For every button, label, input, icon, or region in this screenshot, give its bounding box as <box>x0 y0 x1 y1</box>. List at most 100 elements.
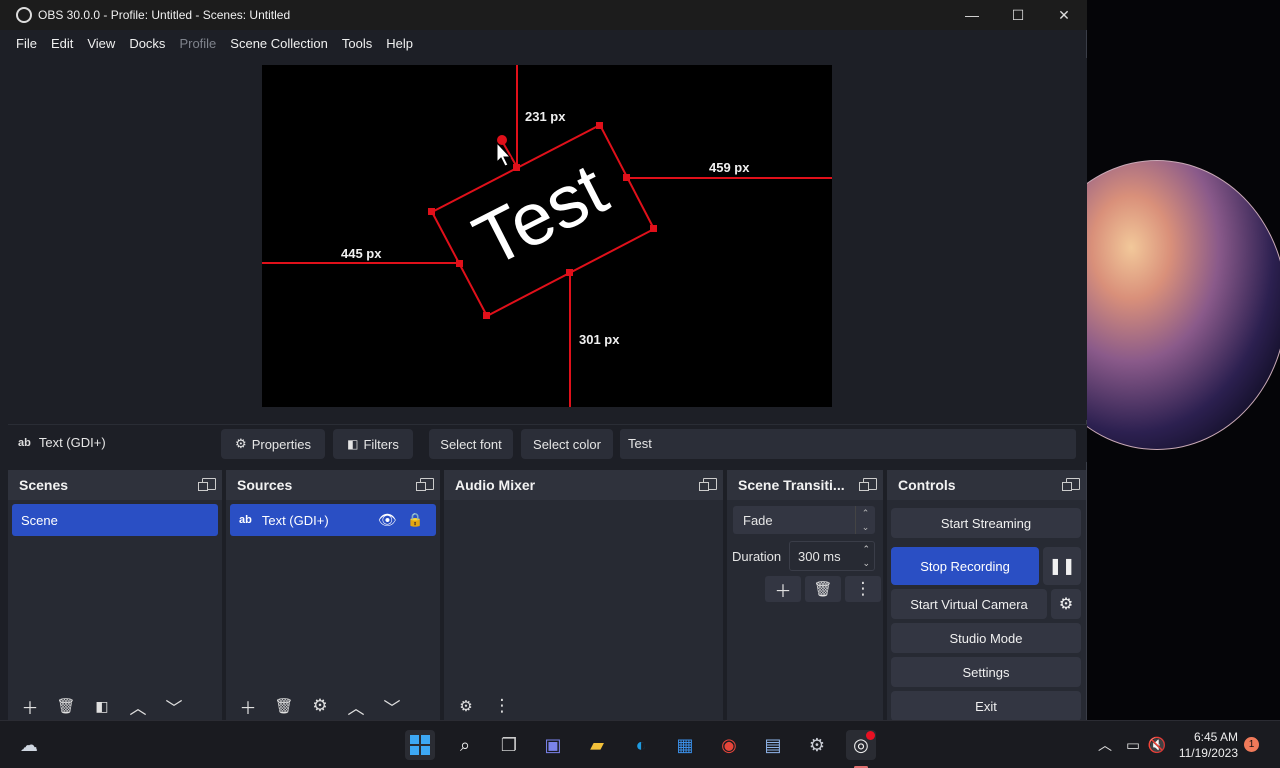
trash-icon: 🗑 <box>56 698 76 715</box>
gear-icon: ⚙ <box>1058 596 1074 613</box>
file-explorer-icon[interactable]: ▰ <box>582 730 612 760</box>
menu-tools[interactable]: Tools <box>335 36 379 51</box>
pause-recording-button[interactable]: ❚❚ <box>1043 547 1081 585</box>
title-bar: OBS 30.0.0 - Profile: Untitled - Scenes:… <box>0 0 1087 30</box>
start-streaming-button[interactable]: Start Streaming <box>891 508 1081 538</box>
undock-icon[interactable] <box>1062 478 1080 491</box>
resize-handle-bottom[interactable] <box>566 269 573 276</box>
menu-file[interactable]: File <box>9 36 44 51</box>
menu-help[interactable]: Help <box>379 36 420 51</box>
move-scene-up-button[interactable]: ︿ <box>120 693 156 719</box>
menu-view[interactable]: View <box>80 36 122 51</box>
chrome-icon[interactable]: ◉ <box>714 730 744 760</box>
remove-source-button[interactable]: 🗑 <box>266 693 302 719</box>
source-properties-button[interactable]: ⚙ <box>302 693 338 719</box>
select-color-button[interactable]: Select color <box>521 429 613 459</box>
obs-window: OBS 30.0.0 - Profile: Untitled - Scenes:… <box>0 0 1087 721</box>
edge-browser-icon[interactable]: ◐ <box>626 730 656 760</box>
preview-canvas[interactable]: Test 231 px 459 px 445 px 301 px <box>262 65 832 407</box>
scene-filters-button[interactable]: ◧ <box>84 693 120 719</box>
move-scene-down-button[interactable]: ﹀ <box>156 693 192 719</box>
scene-transitions-dock: Scene Transiti... Fade ⌃ ⌄ Duration 300 m… <box>727 470 883 720</box>
measure-left-label: 445 px <box>341 246 382 261</box>
trash-icon: 🗑 <box>813 581 833 598</box>
menu-edit[interactable]: Edit <box>44 36 80 51</box>
properties-button[interactable]: ⚙ Properties <box>221 429 325 459</box>
stop-recording-button[interactable]: Stop Recording <box>891 547 1039 585</box>
chevron-down-icon: ﹀ <box>383 698 401 718</box>
studio-mode-button[interactable]: Studio Mode <box>891 623 1081 653</box>
exit-button[interactable]: Exit <box>891 691 1081 721</box>
source-name: Text (GDI+) <box>261 512 329 528</box>
menu-docks[interactable]: Docks <box>122 36 172 51</box>
scene-list-item[interactable]: Scene <box>12 504 218 536</box>
resize-handle-right[interactable] <box>623 174 630 181</box>
select-font-button[interactable]: Select font <box>429 429 513 459</box>
context-source: ab Text (GDI+) <box>18 435 106 450</box>
task-view-icon[interactable]: ❐ <box>494 730 524 760</box>
scenes-dock: Scenes Scene ＋ 🗑 ◧ ︿ ﹀ <box>8 470 222 720</box>
add-source-button[interactable]: ＋ <box>230 693 266 719</box>
volume-muted-icon[interactable]: 🔇 <box>1142 730 1172 760</box>
transition-select[interactable]: Fade ⌃ ⌄ <box>733 506 875 534</box>
start-button[interactable] <box>405 730 435 760</box>
audio-menu-button[interactable]: ⋮ <box>484 693 520 719</box>
resize-handle-left[interactable] <box>428 208 435 215</box>
audio-mixer-dock-header: Audio Mixer <box>444 470 723 500</box>
undock-icon[interactable] <box>699 478 717 491</box>
chevron-up-icon: ︿ <box>347 698 365 718</box>
notification-badge[interactable]: 1 <box>1244 737 1259 752</box>
clock[interactable]: 6:45 AM 11/19/2023 <box>1176 729 1238 761</box>
source-list-item[interactable]: ab Text (GDI+) 👁 🔒 <box>230 504 436 536</box>
filter-icon: ◧ <box>95 697 109 714</box>
windows-logo-icon <box>410 735 430 755</box>
close-button[interactable]: ✕ <box>1041 0 1087 30</box>
text-value-field[interactable]: Test <box>620 429 1076 459</box>
resize-handle-top[interactable] <box>513 164 520 171</box>
move-source-down-button[interactable]: ﹀ <box>374 693 410 719</box>
undock-icon[interactable] <box>416 478 434 491</box>
maximize-button[interactable]: ☐ <box>995 0 1041 30</box>
menu-scene-collection[interactable]: Scene Collection <box>223 36 335 51</box>
sources-dock: Sources ab Text (GDI+) 👁 🔒 ＋ 🗑 ⚙ ︿ ﹀ <box>226 470 440 720</box>
eye-icon[interactable]: 👁 <box>378 511 397 529</box>
add-scene-button[interactable]: ＋ <box>12 693 48 719</box>
undock-icon[interactable] <box>198 478 216 491</box>
minimize-button[interactable]: — <box>949 0 995 30</box>
resize-handle-bottom-right[interactable] <box>650 225 657 232</box>
scene-transitions-title: Scene Transiti... <box>738 477 845 493</box>
scene-transitions-dock-header: Scene Transiti... <box>727 470 883 500</box>
advanced-audio-button[interactable]: ⚙ <box>448 693 484 719</box>
transition-menu-button[interactable]: ⋮ <box>845 576 881 602</box>
menu-profile[interactable]: Profile <box>172 36 223 51</box>
settings-app-icon[interactable]: ⚙ <box>802 730 832 760</box>
lock-icon[interactable]: 🔒 <box>407 512 423 528</box>
spin-arrows-icon[interactable]: ⌃ ⌄ <box>862 542 870 570</box>
duration-spinbox[interactable]: 300 ms ⌃ ⌄ <box>789 541 875 571</box>
start-virtual-camera-button[interactable]: Start Virtual Camera <box>891 589 1047 619</box>
scenes-dock-header: Scenes <box>8 470 222 500</box>
chevron-up-icon[interactable]: ︿ <box>1090 730 1120 760</box>
search-icon[interactable]: ⌕ <box>450 730 480 760</box>
settings-button[interactable]: Settings <box>891 657 1081 687</box>
teams-chat-icon[interactable]: ▣ <box>538 730 568 760</box>
pause-icon: ❚❚ <box>1048 558 1076 575</box>
remote-desktop-icon[interactable]: ▤ <box>758 730 788 760</box>
virtual-camera-settings-button[interactable]: ⚙ <box>1051 589 1081 619</box>
rotation-handle[interactable] <box>497 135 507 145</box>
remove-scene-button[interactable]: 🗑 <box>48 693 84 719</box>
plus-icon: ＋ <box>774 581 792 601</box>
remove-transition-button[interactable]: 🗑 <box>805 576 841 602</box>
move-source-up-button[interactable]: ︿ <box>338 693 374 719</box>
weather-icon[interactable]: ☁ <box>14 730 44 760</box>
undock-icon[interactable] <box>859 478 877 491</box>
store-icon[interactable]: ▦ <box>670 730 700 760</box>
add-transition-button[interactable]: ＋ <box>765 576 801 602</box>
sources-dock-header: Sources <box>226 470 440 500</box>
resize-handle-bottom-left[interactable] <box>483 312 490 319</box>
resize-handle-top-right[interactable] <box>596 122 603 129</box>
filters-button[interactable]: ◧ Filters <box>333 429 413 459</box>
resize-handle-mid-left[interactable] <box>456 260 463 267</box>
properties-label: Properties <box>251 436 311 452</box>
wallpaper-orb <box>1087 160 1280 450</box>
